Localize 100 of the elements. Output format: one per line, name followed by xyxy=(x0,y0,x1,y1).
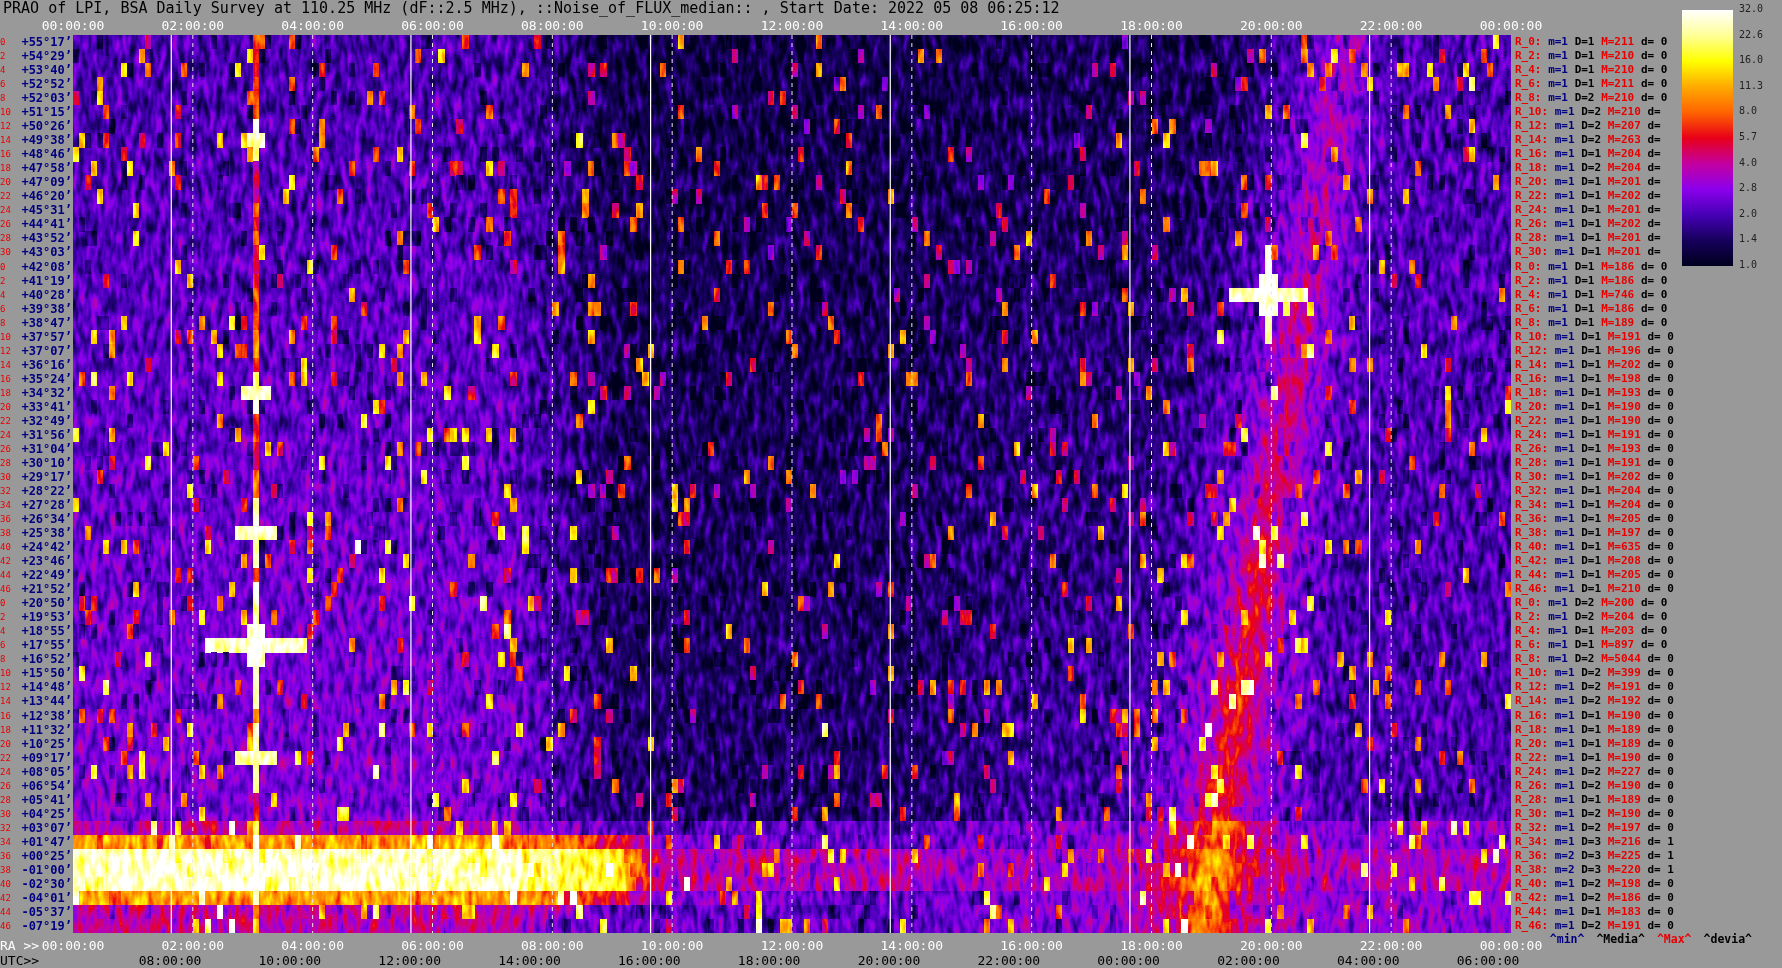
color-scale-label: 32.0 xyxy=(1739,2,1764,16)
row-index-label: 8 xyxy=(0,93,6,104)
declination-label: +37°07’ xyxy=(21,343,72,358)
receiver-stats-line: R_20: m=1 D=1 M=189 d= 0 xyxy=(1515,736,1674,751)
row-index-label: 20 xyxy=(0,738,11,749)
legend-label: ^min^ xyxy=(1549,933,1585,945)
receiver-stats-line: R_26: m=1 D=2 M=190 d= 0 xyxy=(1515,778,1674,793)
declination-label: -07°19’ xyxy=(21,919,72,933)
row-index-label: 24 xyxy=(0,766,11,777)
row-index-label: 22 xyxy=(0,191,11,202)
receiver-stats-line: R_30: m=1 D=2 M=190 d= 0 xyxy=(1515,806,1674,821)
row-index-label: 22 xyxy=(0,415,11,426)
row-index-label: 18 xyxy=(0,724,11,735)
declination-label: +21°52’ xyxy=(21,582,72,597)
receiver-stats-line: R_28: m=1 D=1 M=201 d= xyxy=(1515,231,1661,246)
receiver-stats-line: R_6: m=1 D=1 M=897 d= 0 xyxy=(1515,638,1668,653)
row-index-label: 22 xyxy=(0,752,11,763)
receiver-stats-line: R_12: m=1 D=2 M=207 d= xyxy=(1515,119,1661,134)
row-index-label: 8 xyxy=(0,654,6,665)
row-index-label: 16 xyxy=(0,149,11,160)
row-index-label: 18 xyxy=(0,387,11,398)
declination-label: +40°28’ xyxy=(21,287,72,302)
ra-axis-label: 10:00:00 xyxy=(639,938,705,953)
declination-label: +46°20’ xyxy=(21,189,72,204)
row-index-label: 32 xyxy=(0,486,11,496)
row-index-label: 28 xyxy=(0,457,11,468)
time-axis-label: 20:00:00 xyxy=(1238,17,1304,35)
ra-axis-label: 04:00:00 xyxy=(280,938,345,953)
row-index-label: 6 xyxy=(0,640,6,651)
receiver-stats-line: R_8: m=1 D=2 M=210 d= 0 xyxy=(1515,91,1668,106)
color-scale-label: 11.3 xyxy=(1739,78,1764,93)
legend-label: ^Max^ xyxy=(1656,933,1692,945)
row-index-label: 6 xyxy=(0,79,6,90)
utc-axis-label: 20:00:00 xyxy=(856,953,922,968)
time-axis-label: 14:00:00 xyxy=(879,17,945,35)
declination-label: +11°32’ xyxy=(21,722,72,737)
receiver-stats-line: R_6: m=1 D=1 M=186 d= 0 xyxy=(1515,301,1668,316)
receiver-stats-line: R_10: m=1 D=1 M=191 d= 0 xyxy=(1515,329,1674,344)
declination-label: +08°05’ xyxy=(21,764,72,779)
utc-axis-label: 06:00:00 xyxy=(1455,953,1521,968)
receiver-stats-line: R_40: m=1 D=2 M=198 d= 0 xyxy=(1515,876,1674,891)
declination-label: +27°28’ xyxy=(21,498,72,513)
ra-axis-label: 18:00:00 xyxy=(1119,938,1184,953)
row-index-label: 44 xyxy=(0,570,11,581)
row-index-label: 20 xyxy=(0,177,11,188)
time-axis-label: 08:00:00 xyxy=(520,17,585,35)
receiver-stats-line: R_24: m=1 D=1 M=191 d= 0 xyxy=(1515,427,1674,442)
utc-axis-label: 04:00:00 xyxy=(1335,953,1401,968)
declination-label: +55°17’ xyxy=(21,35,72,49)
legend-label: ^Media^ xyxy=(1596,933,1645,945)
receiver-stats-line: R_40: m=1 D=1 M=635 d= 0 xyxy=(1515,540,1674,555)
declination-label: -05°37’ xyxy=(21,904,72,919)
row-index-label: 2 xyxy=(0,51,6,62)
receiver-stats-line: R_8: m=1 D=2 M=5044 d= 0 xyxy=(1515,652,1674,667)
utc-axis-label: 22:00:00 xyxy=(976,953,1042,968)
receiver-stats-line: R_8: m=1 D=1 M=189 d= 0 xyxy=(1515,315,1668,330)
declination-label: +17°55’ xyxy=(21,638,72,653)
receiver-stats-line: R_10: m=1 D=2 M=210 d= xyxy=(1515,105,1661,120)
receiver-stats-line: R_42: m=1 D=1 M=208 d= 0 xyxy=(1515,554,1674,569)
utc-axis-label: 10:00:00 xyxy=(257,953,323,968)
receiver-stats-line: R_0: m=1 D=2 M=200 d= 0 xyxy=(1515,596,1668,611)
receiver-stats-line: R_38: m=1 D=1 M=197 d= 0 xyxy=(1515,526,1674,541)
declination-label: +41°19’ xyxy=(21,273,72,288)
color-scale-label: 8.0 xyxy=(1739,104,1759,119)
declination-label: +12°38’ xyxy=(21,708,72,723)
row-index-label: 28 xyxy=(0,233,11,244)
declination-label: +04°25’ xyxy=(21,806,72,821)
time-axis-label: 22:00:00 xyxy=(1358,17,1424,35)
declination-label: +24°42’ xyxy=(21,540,72,555)
row-index-label: 36 xyxy=(0,850,11,861)
declination-label: +25°38’ xyxy=(21,526,72,541)
utc-axis-label: 12:00:00 xyxy=(377,953,442,968)
chart-title: PRAO of LPI, BSA Daily Survey at 110.25 MHz (dF::2.5 MHz), ::Noise_of_FLUX_median:: , Start Date: 2022 05 08 06:25:12 xyxy=(3,0,1060,17)
declination-label: +16°52’ xyxy=(21,652,72,667)
row-index-label: 16 xyxy=(0,710,11,721)
row-index-label: 38 xyxy=(0,864,11,875)
receiver-stats-line: R_12: m=1 D=1 M=196 d= 0 xyxy=(1515,343,1674,358)
time-axis-label: 06:00:00 xyxy=(400,17,465,35)
receiver-stats-line: R_2: m=1 D=2 M=204 d= 0 xyxy=(1515,610,1668,625)
receiver-stats-line: R_4: m=1 D=1 M=746 d= 0 xyxy=(1515,287,1668,302)
declination-label: +03°07’ xyxy=(21,820,72,835)
time-axis-label: 12:00:00 xyxy=(759,17,825,35)
receiver-stats-line: R_46: m=1 D=2 M=191 d= 0 xyxy=(1515,919,1674,933)
declination-label: +52°03’ xyxy=(21,91,72,106)
declination-label: +43°52’ xyxy=(21,231,72,246)
row-index-label: 10 xyxy=(0,331,11,342)
time-axis-label: 16:00:00 xyxy=(999,17,1064,35)
declination-label: +37°57’ xyxy=(21,329,72,344)
row-index-label: 32 xyxy=(0,822,11,833)
row-index-label: 40 xyxy=(0,542,11,553)
receiver-stats-line: R_24: m=1 D=2 M=227 d= 0 xyxy=(1515,764,1674,779)
utc-axis-title: UTC>> xyxy=(0,953,40,968)
receiver-stats-line: R_44: m=1 D=1 M=183 d= 0 xyxy=(1515,904,1674,919)
receiver-stats-line: R_2: m=1 D=1 M=210 d= 0 xyxy=(1515,49,1668,64)
receiver-stats-line: R_22: m=1 D=1 M=190 d= 0 xyxy=(1515,413,1674,428)
receiver-stats-line: R_46: m=1 D=1 M=210 d= 0 xyxy=(1515,582,1674,597)
time-axis-label: 00:00:00 xyxy=(1478,17,1544,35)
row-index-label: 44 xyxy=(0,906,11,917)
receiver-stats-line: R_18: m=1 D=2 M=204 d= xyxy=(1515,161,1661,176)
legend-label: ^devia^ xyxy=(1703,933,1752,945)
